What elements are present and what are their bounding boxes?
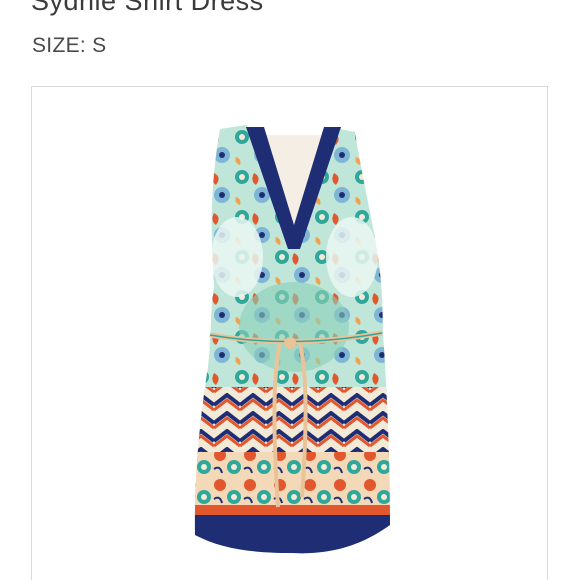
- product-image-frame[interactable]: [31, 86, 548, 580]
- dress-photo[interactable]: [32, 87, 547, 580]
- product-page: Sydnie Shirt Dress SIZE: S: [0, 0, 580, 580]
- product-title: Sydnie Shirt Dress: [31, 0, 264, 16]
- size-label: SIZE: S: [32, 34, 107, 57]
